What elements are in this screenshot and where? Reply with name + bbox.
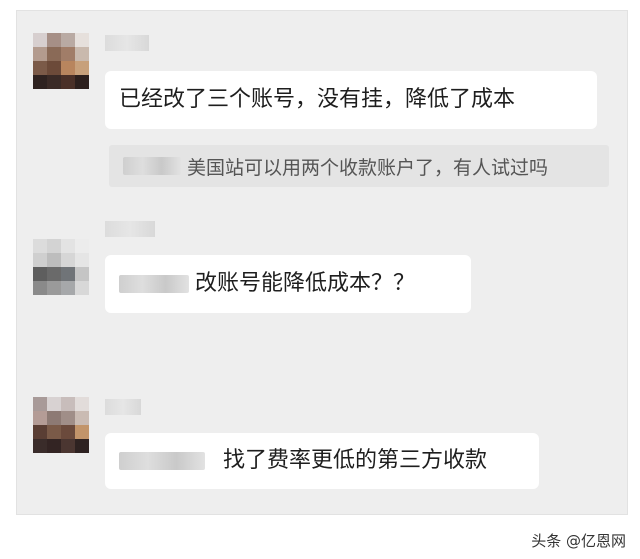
sender-name-blurred [105,399,141,415]
message-text: 已经改了三个账号，没有挂，降低了成本 [119,87,516,112]
quoted-text: 美国站可以用两个收款账户了，有人试过吗 [187,156,549,179]
message-bubble[interactable]: 已经改了三个账号，没有挂，降低了成本 [105,71,597,129]
sender-name-blurred [105,221,155,237]
watermark-text: 头条 @亿恩网 [531,532,626,550]
message-text: 找了费率更低的第三方收款 [223,448,488,473]
chat-panel: 已经改了三个账号，没有挂，降低了成本 美国站可以用两个收款账户了，有人试过吗 改… [16,10,628,515]
avatar[interactable] [33,33,89,89]
message-bubble[interactable]: 找了费率更低的第三方收款 [105,433,539,489]
watermark: 头条 @亿恩网 [531,530,626,551]
avatar[interactable] [33,239,89,295]
message-text: 改账号能降低成本？？ [195,271,416,296]
quoted-sender-blurred [123,157,181,175]
sender-name-blurred [105,35,149,51]
message-bubble[interactable]: 改账号能降低成本？？ [105,255,471,313]
mention-blurred [119,275,189,293]
avatar[interactable] [33,397,89,453]
quoted-message[interactable]: 美国站可以用两个收款账户了，有人试过吗 [109,145,609,187]
mention-blurred [119,452,205,470]
